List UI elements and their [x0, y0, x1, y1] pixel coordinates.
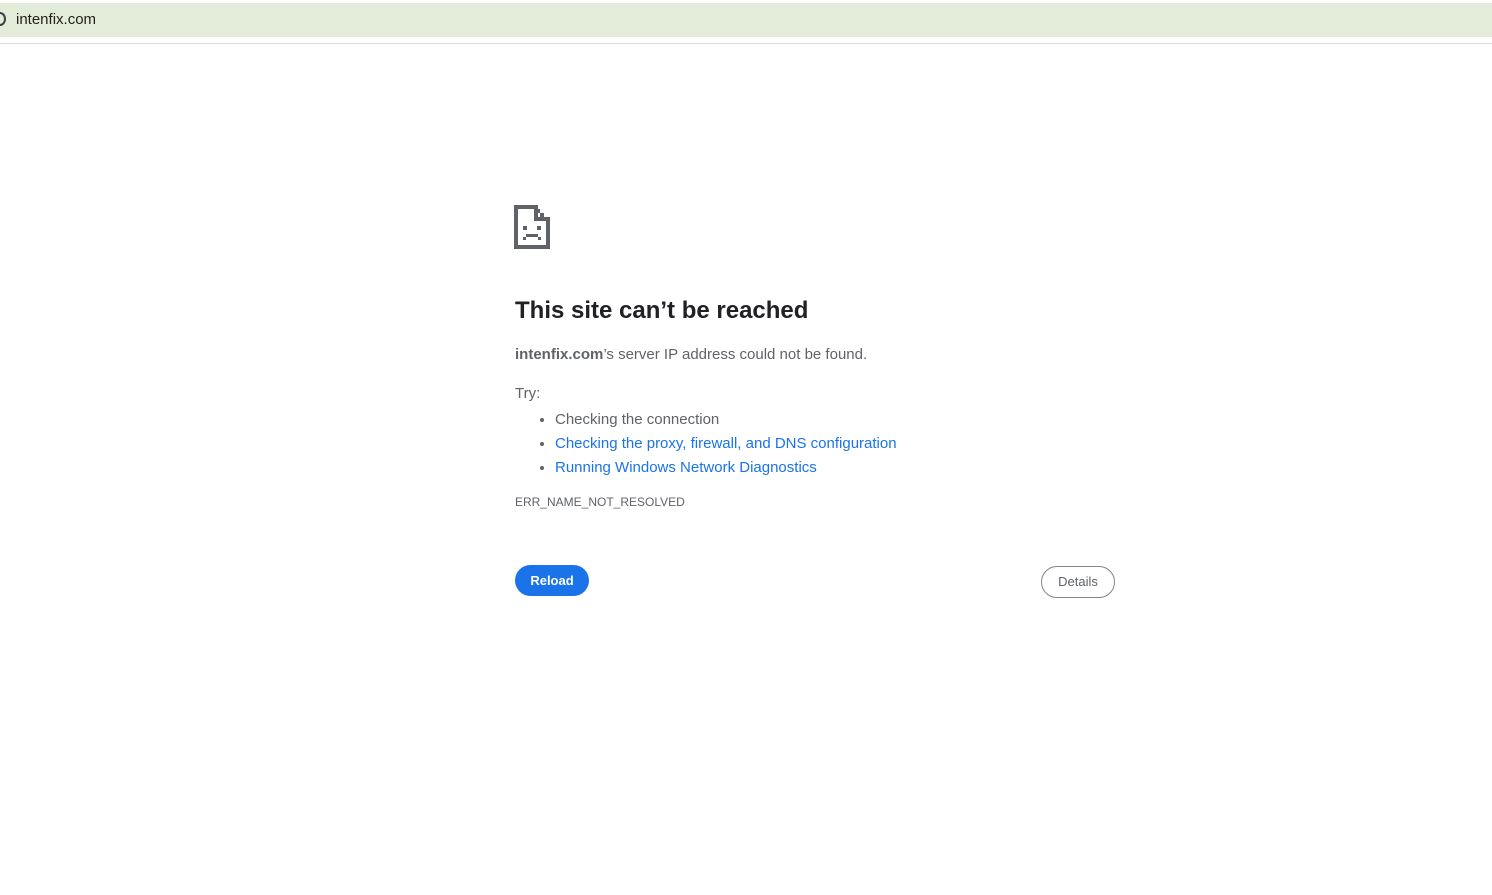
summary-text: ’s server IP address could not be found.	[603, 346, 868, 363]
address-bar[interactable]: intenfix.com	[0, 3, 1492, 37]
suggestion-checking-connection: Checking the connection	[555, 411, 720, 428]
list-item: Checking the connection	[555, 408, 1115, 432]
list-item: Running Windows Network Diagnostics	[555, 456, 1115, 480]
main-message: This site can’t be reached intenfix.com’…	[515, 296, 1115, 509]
error-code: ERR_NAME_NOT_RESOLVED	[515, 495, 685, 509]
page-title: This site can’t be reached	[515, 297, 809, 324]
details-button[interactable]: Details	[1041, 566, 1115, 598]
error-summary: intenfix.com’s server IP address could n…	[515, 345, 1115, 365]
toolbar-divider	[0, 43, 1492, 44]
sad-document-icon	[514, 205, 550, 249]
info-icon[interactable]	[0, 12, 6, 26]
suggestions-list: Checking the connection Checking the pro…	[555, 408, 1115, 480]
summary-host: intenfix.com	[515, 346, 604, 363]
suggestion-network-diagnostics-link[interactable]: Running Windows Network Diagnostics	[555, 459, 817, 476]
url-text[interactable]: intenfix.com	[16, 11, 96, 28]
reload-button[interactable]: Reload	[515, 565, 589, 596]
suggestion-proxy-firewall-dns-link[interactable]: Checking the proxy, firewall, and DNS co…	[555, 435, 897, 452]
list-item: Checking the proxy, firewall, and DNS co…	[555, 432, 1115, 456]
try-label: Try:	[515, 385, 541, 402]
